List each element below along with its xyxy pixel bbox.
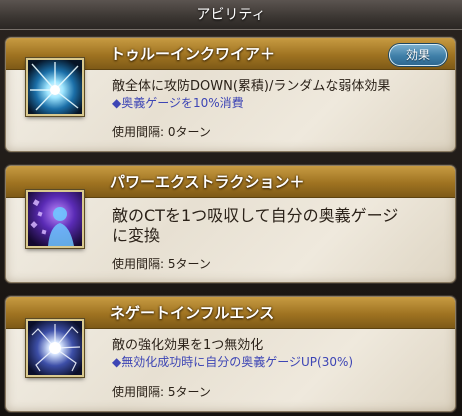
ability-interval: 使用間隔: 5ターン <box>112 257 211 271</box>
ability-card-negate-influence[interactable]: ネゲートインフルエンス 敵の強化効果を1つ無効化 ◆無効化成功時に自分の奥義ゲー… <box>5 296 456 412</box>
ability-description-line2: に変換 <box>112 226 161 245</box>
ability-interval: 使用間隔: 0ターン <box>112 125 211 139</box>
ability-description: 敵全体に攻防DOWN(累積)/ランダムな弱体効果 <box>112 79 391 94</box>
ability-note: ◆奥義ゲージを10%消費 <box>112 96 244 110</box>
silhouette-drain-icon <box>26 190 84 248</box>
ability-card-true-inquire[interactable]: トゥルーインクワイア＋ 効果 敵全体に攻防DOWN(累積)/ランダムな弱体効果 … <box>5 37 456 152</box>
ability-list-screen: アビリティ トゥルーインクワイア＋ 効果 敵全体に攻防DOWN(累積)/ランダム… <box>0 0 462 416</box>
light-burst-icon <box>26 58 84 116</box>
ability-note: ◆無効化成功時に自分の奥義ゲージUP(30%) <box>112 355 354 369</box>
ability-description: 敵の強化効果を1つ無効化 <box>112 338 264 353</box>
ability-name: トゥルーインクワイア＋ <box>110 45 276 63</box>
ability-name: ネゲートインフルエンス <box>110 304 275 322</box>
ability-interval: 使用間隔: 5ターン <box>112 385 211 399</box>
header-bar: アビリティ <box>0 0 462 30</box>
effect-button[interactable]: 効果 <box>389 44 447 66</box>
shatter-icon <box>26 319 84 377</box>
ability-description-line1: 敵のCTを1つ吸収して自分の奥義ゲージ <box>112 206 399 225</box>
header-title: アビリティ <box>196 7 266 23</box>
ability-card-power-extraction[interactable]: パワーエクストラクション＋ 敵のCTを1つ吸収して自分の奥義ゲージ に変換 使用… <box>5 165 456 283</box>
ability-name: パワーエクストラクション＋ <box>110 173 305 191</box>
